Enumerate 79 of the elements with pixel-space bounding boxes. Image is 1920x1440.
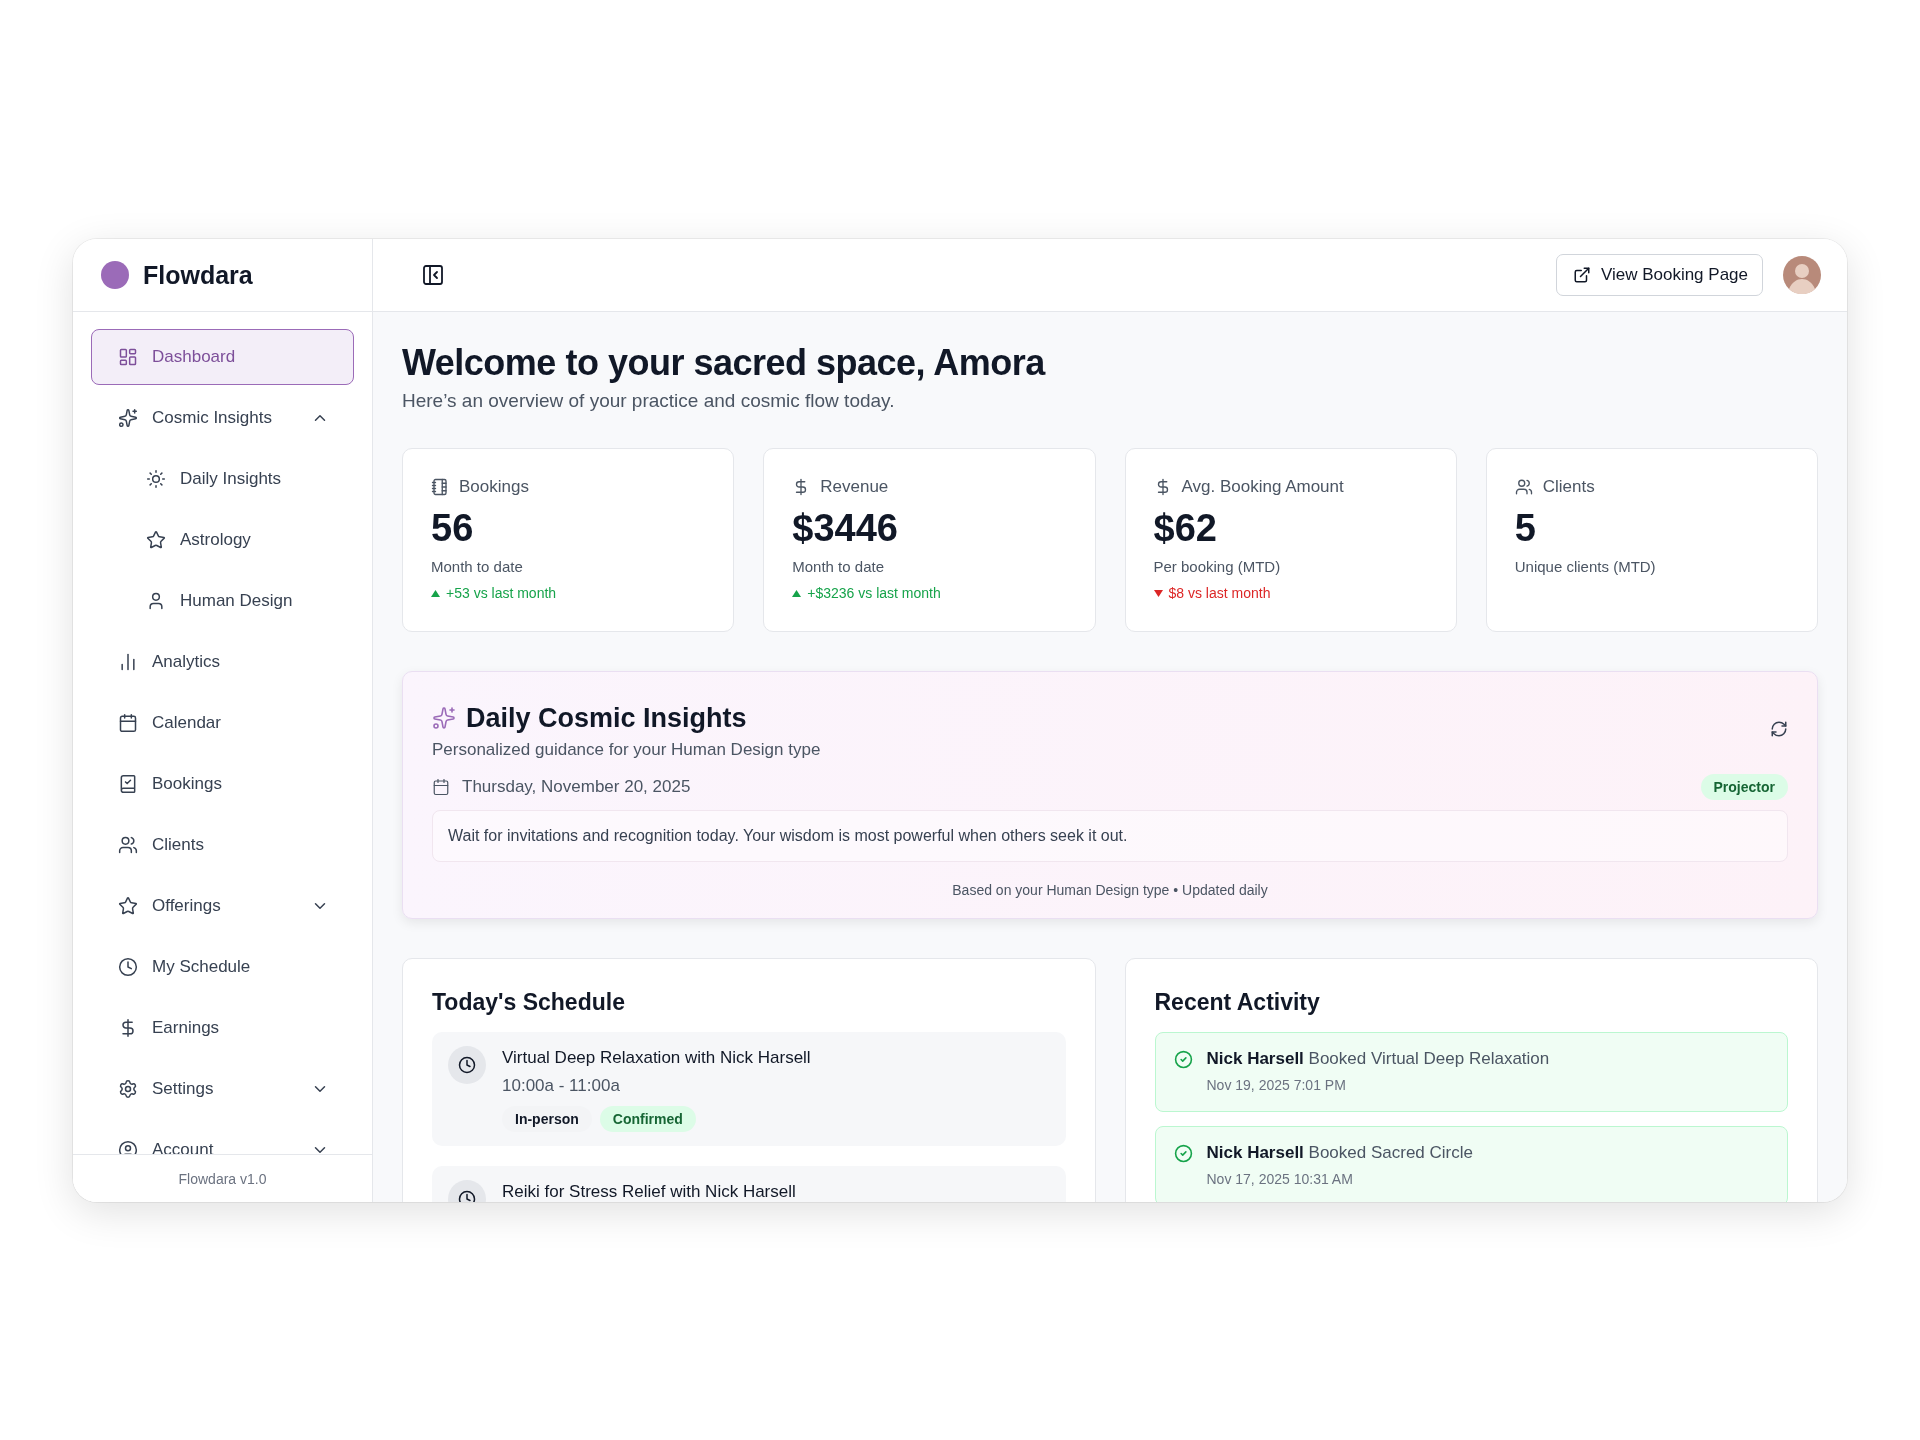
schedule-title: Today's Schedule: [432, 989, 626, 1016]
view-booking-button[interactable]: View Booking Page: [1555, 254, 1763, 296]
nav-item[interactable]: Daily Insights: [91, 451, 354, 507]
insight-message: Wait for invitations and recognition today. Your wisdom is most powerful when others seek it out.: [432, 810, 1788, 862]
nav-item[interactable]: Settings: [91, 1061, 354, 1117]
insights-title: Daily Cosmic Insights: [466, 702, 747, 734]
nav-icon: [118, 1079, 138, 1099]
insights-subtitle: Personalized guidance for your Human Design type: [432, 740, 822, 760]
nav-icon: [118, 835, 138, 855]
nav-icon: [118, 713, 138, 733]
calendar-icon: [432, 778, 450, 796]
welcome-subtitle: Here’s an overview of your practice and cosmic flow today.: [402, 390, 896, 412]
nav-item[interactable]: Human Design: [91, 573, 354, 629]
session-time: 10:00a - 11:00a: [502, 1076, 621, 1096]
logo-icon: [101, 261, 129, 289]
stat-icon: [1514, 478, 1533, 496]
stat-value: 56: [431, 507, 475, 550]
nav-icon: [118, 652, 138, 672]
sidebar-toggle-icon[interactable]: [421, 263, 445, 287]
external-link-icon: [1572, 266, 1591, 284]
stat-note: Month to date: [431, 558, 524, 575]
stat-delta: +53 vs last month: [446, 585, 557, 601]
nav-icon: [118, 1140, 138, 1154]
stat-label: Revenue: [820, 477, 889, 497]
avatar[interactable]: [1783, 256, 1821, 294]
nav-item[interactable]: Bookings: [91, 756, 354, 812]
stat-delta: $8 vs last month: [1168, 585, 1271, 601]
brand-name: Flowdara: [143, 260, 253, 290]
clock-icon: [448, 1046, 486, 1084]
nav-item[interactable]: Dashboard: [91, 329, 354, 385]
check-icon: [1173, 1144, 1193, 1163]
activity-text: Nick Harsell Booked Sacred Circle: [1206, 1143, 1473, 1163]
activity-time: Nov 17, 2025 10:31 AM: [1206, 1171, 1354, 1187]
refresh-icon[interactable]: [1770, 720, 1788, 738]
stat-label: Avg. Booking Amount: [1181, 477, 1344, 497]
type-badge: Projector: [1700, 774, 1788, 800]
stat-icon: [431, 478, 449, 496]
nav-icon: [118, 347, 138, 367]
child-nav-icon: [146, 469, 166, 489]
nav-item[interactable]: Cosmic Insights: [91, 390, 354, 446]
activity-title: Recent Activity: [1154, 989, 1321, 1016]
session-title: Virtual Deep Relaxation with Nick Harsell: [502, 1048, 811, 1068]
insights-footer: Based on your Human Design type • Updated daily: [432, 882, 1788, 898]
welcome-title: Welcome to your sacred space, Amora: [402, 342, 1047, 384]
stat-label: Bookings: [459, 477, 529, 497]
schedule-item[interactable]: Reiki for Stress Relief with Nick Harsell: [432, 1166, 1066, 1202]
stat-value: $3446: [792, 507, 899, 550]
stat-value: $62: [1153, 507, 1218, 550]
nav-item[interactable]: Calendar: [91, 695, 354, 751]
stat-value: 5: [1514, 507, 1537, 550]
schedule-item[interactable]: Virtual Deep Relaxation with Nick Harsell 10:00a - 11:00a In-person Confirmed: [432, 1032, 1066, 1146]
nav-icon: [118, 896, 138, 916]
session-tag: Confirmed: [599, 1106, 696, 1132]
nav-icon: [118, 957, 138, 977]
stat-label: Clients: [1542, 477, 1595, 497]
stat-note: Month to date: [792, 558, 885, 575]
stat-note: Unique clients (MTD): [1514, 558, 1657, 575]
stat-delta: +$3236 vs last month: [807, 585, 941, 601]
nav-item[interactable]: Astrology: [91, 512, 354, 568]
nav-item[interactable]: Earnings: [91, 1000, 354, 1056]
insights-date: Thursday, November 20, 2025: [462, 777, 691, 797]
nav-item[interactable]: Analytics: [91, 634, 354, 690]
check-icon: [1173, 1050, 1193, 1069]
version-label: Flowdara v1.0: [73, 1154, 372, 1202]
child-nav-icon: [146, 591, 166, 611]
sparkles-icon: [432, 706, 456, 730]
up-triangle-icon: [431, 589, 440, 597]
up-triangle-icon: [792, 589, 802, 597]
down-triangle-icon: [1153, 589, 1163, 597]
activity-text: Nick Harsell Booked Virtual Deep Relaxation: [1206, 1049, 1550, 1069]
session-title: Reiki for Stress Relief with Nick Harsell: [502, 1182, 796, 1202]
nav-item[interactable]: Clients: [91, 817, 354, 873]
nav-item[interactable]: My Schedule: [91, 939, 354, 995]
nav-item[interactable]: Offerings: [91, 878, 354, 934]
child-nav-icon: [146, 530, 166, 550]
stat-note: Per booking (MTD): [1153, 558, 1282, 575]
nav-icon: [118, 774, 138, 794]
nav-icon: [118, 408, 138, 428]
activity-time: Nov 19, 2025 7:01 PM: [1206, 1077, 1347, 1093]
